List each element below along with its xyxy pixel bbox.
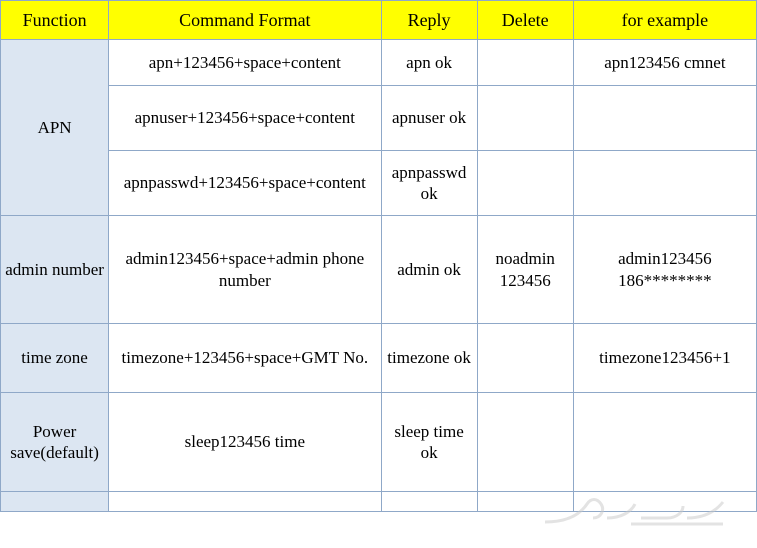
table-row: APN apn+123456+space+content apn ok apn1… <box>0 39 757 216</box>
delete-cell <box>476 39 574 86</box>
table-row: apnuser+123456+space+content apnuser ok <box>1 85 757 151</box>
header-reply: Reply <box>380 0 478 40</box>
header-delete: Delete <box>476 0 574 40</box>
delete-cell <box>476 150 574 216</box>
reply-cell: sleep time ok <box>380 392 478 492</box>
delete-cell: noadmin 123456 <box>476 215 574 324</box>
header-function: Function <box>0 0 110 40</box>
table-row: time zone timezone+123456+space+GMT No. … <box>0 323 757 393</box>
table-row <box>0 491 757 512</box>
reply-cell: timezone ok <box>380 323 478 393</box>
header-command-format: Command Format <box>108 0 382 40</box>
example-cell: apn123456 cmnet <box>572 39 757 86</box>
delete-cell <box>476 491 574 512</box>
function-cell-apn: APN <box>0 39 110 216</box>
delete-cell <box>476 85 574 151</box>
delete-cell <box>476 323 574 393</box>
example-cell <box>572 150 757 216</box>
command-cell: timezone+123456+space+GMT No. <box>108 323 382 393</box>
command-cell: sleep123456 time <box>108 392 382 492</box>
delete-cell <box>476 392 574 492</box>
command-cell: apnpasswd+123456+space+content <box>108 150 382 216</box>
command-cell <box>108 491 382 512</box>
command-cell: apnuser+123456+space+content <box>108 85 382 151</box>
reply-cell <box>380 491 478 512</box>
example-cell <box>572 85 757 151</box>
example-cell <box>572 491 757 512</box>
table-row: apnpasswd+123456+space+content apnpasswd… <box>1 150 757 216</box>
function-cell-power-save: Power save(default) <box>0 392 110 492</box>
table-row: admin number admin123456+space+admin pho… <box>0 215 757 324</box>
function-cell-admin-number: admin number <box>0 215 110 324</box>
command-format-table: Function Command Format Reply Delete for… <box>0 0 757 512</box>
header-for-example: for example <box>572 0 757 40</box>
function-cell-empty <box>0 491 110 512</box>
function-cell-time-zone: time zone <box>0 323 110 393</box>
reply-cell: admin ok <box>380 215 478 324</box>
reply-cell: apn ok <box>380 39 478 86</box>
table-row: Power save(default) sleep123456 time sle… <box>0 392 757 492</box>
example-cell <box>572 392 757 492</box>
reply-cell: apnuser ok <box>380 85 478 151</box>
reply-cell: apnpasswd ok <box>380 150 478 216</box>
command-cell: apn+123456+space+content <box>108 39 382 86</box>
example-cell: admin123456 186******** <box>572 215 757 324</box>
table-header-row: Function Command Format Reply Delete for… <box>0 0 757 40</box>
command-cell: admin123456+space+admin phone number <box>108 215 382 324</box>
example-cell: timezone123456+1 <box>572 323 757 393</box>
